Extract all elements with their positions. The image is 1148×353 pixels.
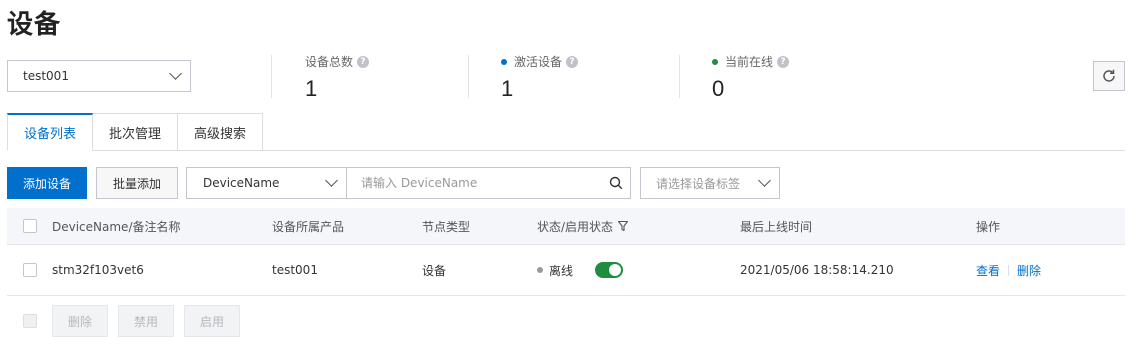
search-button[interactable] — [602, 168, 630, 198]
bulk-disable-button[interactable]: 禁用 — [118, 305, 174, 337]
device-product: test001 — [272, 263, 318, 277]
select-all-checkbox[interactable] — [23, 219, 37, 233]
column-header-status-label: 状态/启用状态 — [537, 219, 614, 234]
search-type-value: DeviceName — [203, 176, 280, 190]
status-dot-icon — [501, 58, 507, 65]
stat-divider — [679, 55, 680, 98]
tab-advanced-search[interactable]: 高级搜索 — [178, 113, 264, 151]
stat-total-devices: 设备总数 ? 1 — [305, 53, 370, 102]
product-select[interactable]: test001 — [7, 60, 191, 92]
filter-icon[interactable] — [617, 220, 629, 232]
column-header-actions: 操作 — [976, 219, 1001, 234]
chevron-down-icon — [325, 174, 338, 187]
refresh-icon — [1103, 69, 1115, 82]
delete-link[interactable]: 删除 — [1017, 262, 1041, 279]
search-type-select[interactable]: DeviceName — [187, 168, 347, 198]
column-header-name: DeviceName/备注名称 — [52, 219, 181, 234]
device-status: 离线 — [537, 245, 624, 295]
stat-value: 0 — [712, 76, 725, 101]
device-tag-select[interactable]: 请选择设备标签 — [640, 167, 780, 199]
tab-device-list[interactable]: 设备列表 — [7, 113, 94, 151]
table-header: DeviceName/备注名称 设备所属产品 节点类型 状态/启用状态 最后上线… — [7, 208, 1125, 245]
device-last-online: 2021/05/06 18:58:14.210 — [740, 263, 894, 277]
search-input[interactable] — [347, 168, 602, 198]
stat-divider — [468, 55, 469, 98]
product-select-value: test001 — [23, 69, 69, 83]
stat-value: 1 — [501, 76, 514, 101]
bulk-enable-button[interactable]: 启用 — [184, 305, 240, 337]
column-header-last-online: 最后上线时间 — [740, 219, 813, 234]
page-title: 设备 — [7, 10, 62, 40]
bulk-select-checkbox[interactable] — [23, 314, 37, 328]
tab-bar: 设备列表 批次管理 高级搜索 — [7, 113, 264, 151]
offline-dot-icon — [537, 267, 543, 273]
column-header-product: 设备所属产品 — [272, 219, 345, 234]
device-name: stm32f103vet6 — [52, 263, 144, 277]
device-tag-placeholder: 请选择设备标签 — [656, 176, 741, 191]
help-icon[interactable]: ? — [566, 55, 579, 68]
stat-label: 当前在线 — [725, 55, 774, 69]
view-link[interactable]: 查看 — [976, 262, 1000, 279]
action-divider — [1008, 264, 1010, 276]
search-icon — [609, 176, 623, 190]
tab-batch-management[interactable]: 批次管理 — [93, 113, 179, 151]
chevron-down-icon — [169, 67, 182, 80]
column-header-status: 状态/启用状态 — [537, 208, 629, 244]
help-icon[interactable]: ? — [777, 55, 790, 68]
refresh-button[interactable] — [1093, 61, 1125, 91]
column-header-node-type: 节点类型 — [422, 219, 471, 234]
row-checkbox[interactable] — [23, 263, 37, 277]
status-dot-icon — [712, 58, 718, 65]
chevron-down-icon — [758, 174, 771, 187]
stat-label: 激活设备 — [514, 55, 563, 69]
stat-activated-devices: 激活设备 ? 1 — [501, 53, 579, 102]
help-icon[interactable]: ? — [357, 55, 370, 68]
bulk-delete-button[interactable]: 删除 — [52, 305, 108, 337]
stat-divider — [271, 55, 272, 98]
device-status-label: 离线 — [549, 263, 574, 278]
device-actions: 查看 删除 — [976, 245, 1041, 295]
table-row: stm32f103vet6 test001 设备 离线 2021/05/06 1… — [7, 245, 1125, 296]
device-node-type: 设备 — [422, 263, 447, 278]
stat-value: 1 — [305, 76, 318, 101]
search-group: DeviceName — [186, 167, 631, 199]
stat-online-devices: 当前在线 ? 0 — [712, 53, 790, 102]
batch-add-button[interactable]: 批量添加 — [96, 167, 178, 199]
enable-toggle[interactable] — [595, 262, 624, 278]
add-device-button[interactable]: 添加设备 — [7, 167, 87, 199]
stat-label: 设备总数 — [305, 55, 354, 69]
